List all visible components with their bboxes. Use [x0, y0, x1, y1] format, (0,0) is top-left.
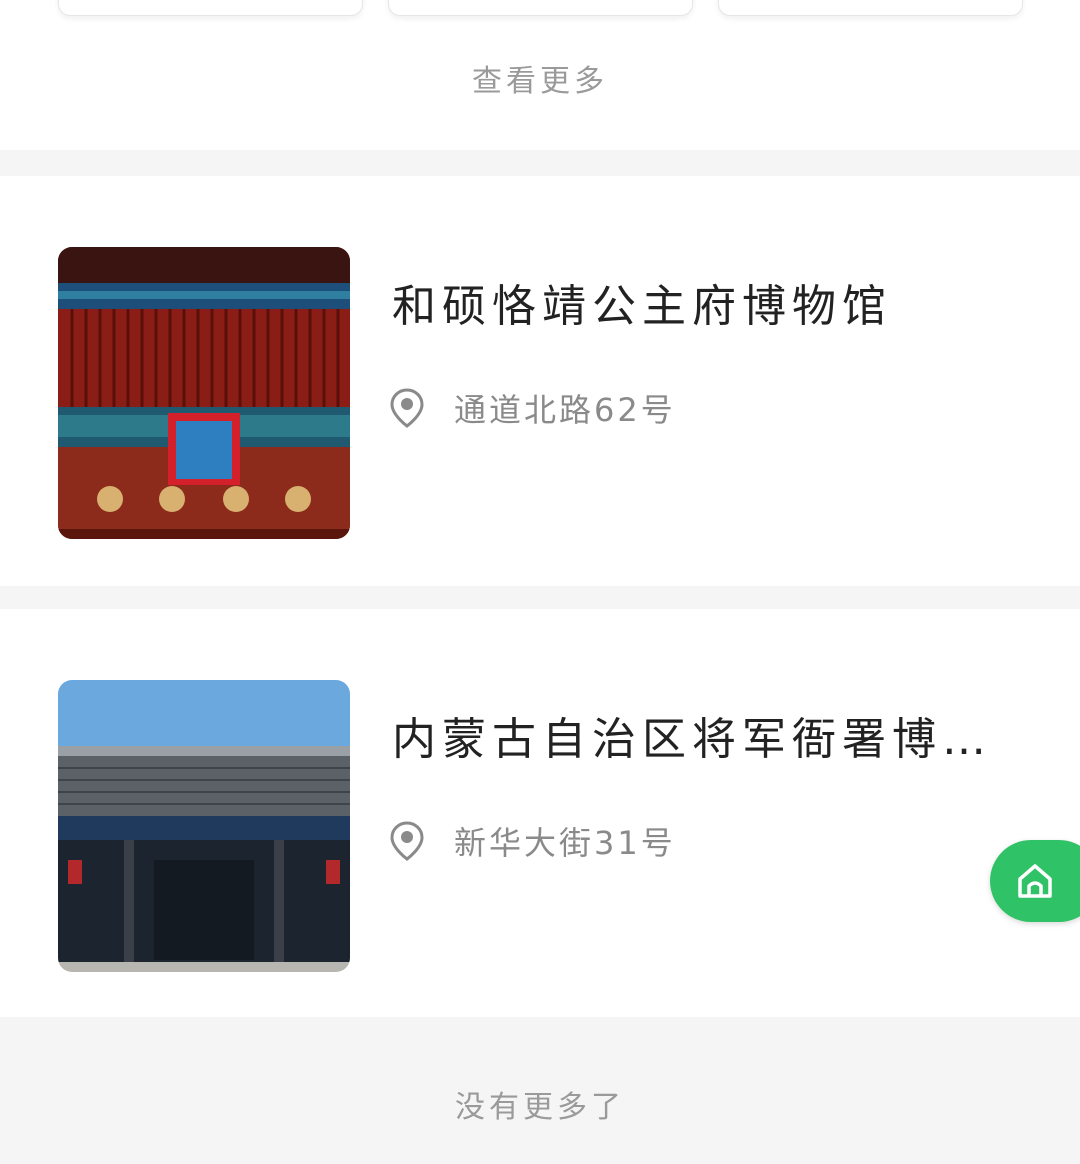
museum-card[interactable]: 内蒙古自治区将军衙署博物院 新华大街31号	[0, 609, 1080, 1017]
museum-title[interactable]: 内蒙古自治区将军衙署博物院	[392, 703, 1012, 767]
museum-thumbnail	[58, 247, 350, 539]
location-pin-icon	[390, 821, 424, 861]
museum-title[interactable]: 和硕恪靖公主府博物馆	[392, 270, 1012, 334]
home-button[interactable]	[990, 840, 1080, 922]
address-row: 新华大街31号	[390, 821, 676, 862]
palace-interior-image	[58, 247, 350, 539]
location-pin-icon	[390, 388, 424, 428]
government-building-image	[58, 680, 350, 972]
address-row: 通道北路62号	[390, 388, 676, 429]
previous-card-stub[interactable]	[58, 0, 363, 16]
museum-card[interactable]: 和硕恪靖公主府博物馆 通道北路62号	[0, 176, 1080, 586]
previous-card-stub[interactable]	[718, 0, 1023, 16]
no-more-text: 没有更多了	[455, 1090, 625, 1125]
previous-card-stub[interactable]	[388, 0, 693, 16]
museum-address: 新华大街31号	[454, 824, 676, 862]
previous-section: 查看更多	[0, 0, 1080, 150]
home-icon	[1018, 864, 1052, 898]
museum-thumbnail	[58, 680, 350, 972]
view-more-link[interactable]: 查看更多	[0, 56, 1080, 100]
museum-address: 通道北路62号	[454, 391, 676, 429]
